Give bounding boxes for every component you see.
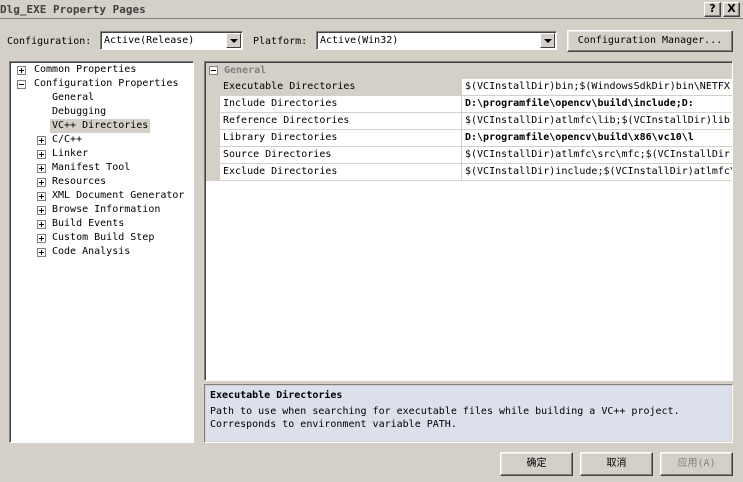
configuration-bar: Configuration: Active(Release) Platform:… [0,30,743,53]
description-pane: Executable Directories Path to use when … [204,384,733,443]
expand-icon[interactable] [37,164,46,173]
configuration-dropdown[interactable]: Active(Release) [100,31,243,50]
window-title: Dlg_EXE Property Pages [0,3,146,16]
chevron-down-icon[interactable] [226,33,241,48]
platform-dropdown[interactable]: Active(Win32) [316,31,557,50]
expand-icon[interactable] [37,178,46,187]
description-text: Path to use when searching for executabl… [210,406,680,430]
property-tree[interactable]: Common Properties Configuration Properti… [9,61,194,443]
collapse-icon[interactable] [209,66,218,75]
apply-button[interactable]: 应用(A) [660,452,733,476]
property-row-reference-directories[interactable]: Reference Directories $(VCInstallDir)atl… [220,113,732,130]
chevron-down-icon[interactable] [540,33,555,48]
expand-icon[interactable] [17,66,26,75]
property-name: Executable Directories [220,79,462,95]
title-bar: Dlg_EXE Property Pages ? X [0,0,743,19]
collapse-icon[interactable] [17,80,26,89]
configuration-value: Active(Release) [104,35,195,46]
configuration-label: Configuration: [7,36,92,47]
property-value[interactable]: $(VCInstallDir)atlmfc\lib;$(VCInstallDir… [463,113,732,129]
expand-icon[interactable] [37,150,46,159]
expand-icon[interactable] [37,206,46,215]
cancel-button[interactable]: 取消 [580,452,653,476]
ok-button[interactable]: 确定 [500,452,573,476]
property-row-source-directories[interactable]: Source Directories $(VCInstallDir)atlmfc… [220,147,732,164]
expand-icon[interactable] [37,192,46,201]
expand-icon[interactable] [37,136,46,145]
category-row-general[interactable]: General [206,63,732,79]
property-value[interactable]: $(VCInstallDir)bin;$(WindowsSdkDir)bin\N… [463,79,732,95]
property-row-library-directories[interactable]: Library Directories D:\programfile\openc… [220,130,732,147]
description-background: Executable Directories Path to use when … [206,386,731,441]
grid-gutter [206,63,220,181]
property-value[interactable]: D:\programfile\opencv\build\x86\vc10\l [463,130,732,146]
property-name: Source Directories [220,147,462,163]
platform-label: Platform: [253,36,308,47]
property-row-executable-directories[interactable]: Executable Directories $(VCInstallDir)bi… [220,79,732,96]
expand-icon[interactable] [37,234,46,243]
help-button[interactable]: ? [704,2,721,17]
property-name: Include Directories [220,96,462,112]
description-title: Executable Directories [210,390,343,401]
property-name: Exclude Directories [220,164,462,180]
property-name: Library Directories [220,130,462,146]
platform-value: Active(Win32) [320,35,399,46]
configuration-manager-button[interactable]: Configuration Manager... [567,30,733,52]
property-row-include-directories[interactable]: Include Directories D:\programfile\openc… [220,96,732,113]
expand-icon[interactable] [37,248,46,257]
category-label: General [224,65,267,76]
property-value[interactable]: $(VCInstallDir)atlmfc\src\mfc;$(VCInstal… [463,147,732,163]
property-row-exclude-directories[interactable]: Exclude Directories $(VCInstallDir)inclu… [220,164,732,181]
property-name: Reference Directories [220,113,462,129]
property-value[interactable]: $(VCInstallDir)include;$(VCInstallDir)at… [463,164,732,180]
close-button[interactable]: X [723,2,740,17]
expand-icon[interactable] [37,220,46,229]
property-value[interactable]: D:\programfile\opencv\build\include;D: [463,96,732,112]
property-grid[interactable]: General Executable Directories $(VCInsta… [204,61,733,381]
